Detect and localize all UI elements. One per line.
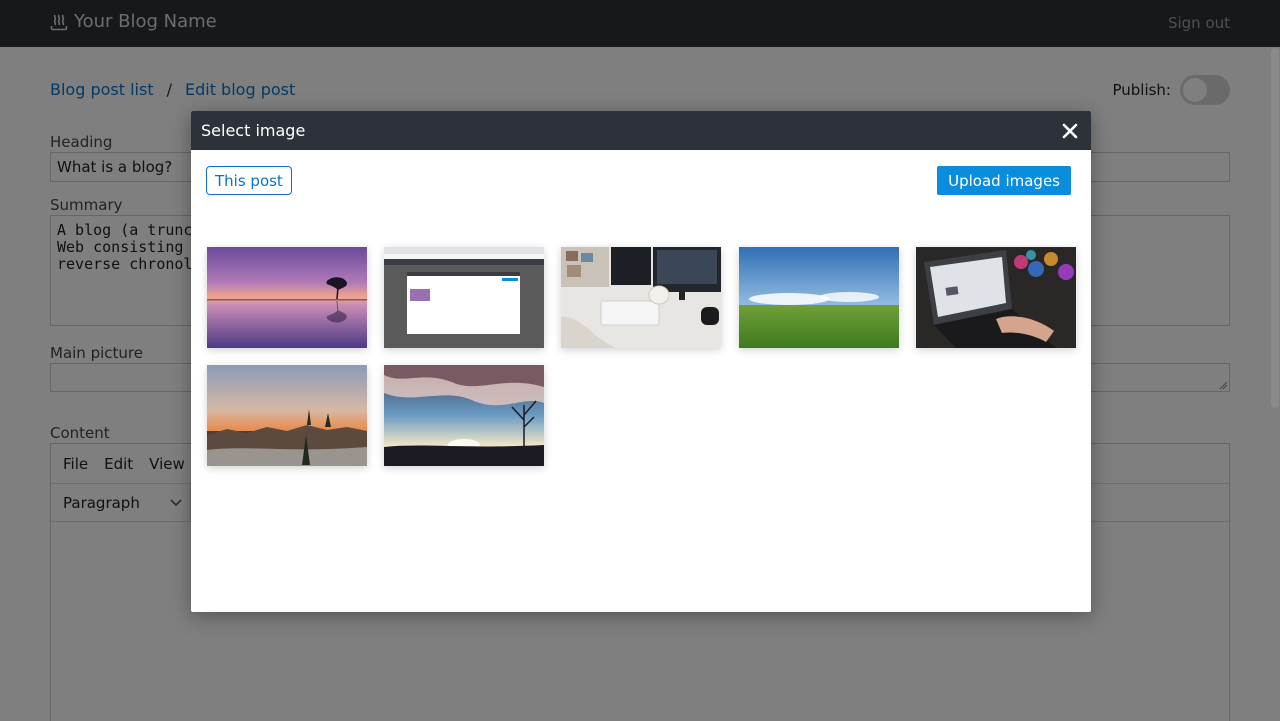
close-icon[interactable] <box>1061 122 1079 140</box>
this-post-button[interactable]: This post <box>206 166 292 195</box>
image-thumbnail[interactable] <box>384 247 544 348</box>
image-thumbnail[interactable] <box>561 247 721 348</box>
modal-title: Select image <box>201 121 306 140</box>
green-field-image <box>739 247 899 348</box>
upload-images-button[interactable]: Upload images <box>937 166 1071 195</box>
winter-sunset-image <box>207 365 367 466</box>
select-image-modal: Select image This post Upload images <box>191 111 1091 612</box>
modal-header: Select image <box>191 111 1091 150</box>
purple-lake-sunset-image <box>207 247 367 348</box>
image-thumbnail[interactable] <box>916 247 1076 348</box>
image-thumbnail[interactable] <box>207 247 367 348</box>
browser-screenshot-image <box>384 247 544 348</box>
laptop-typing-image <box>916 247 1076 348</box>
image-thumbnail[interactable] <box>207 365 367 466</box>
cloudy-sunset-image <box>384 365 544 466</box>
image-thumbnail[interactable] <box>739 247 899 348</box>
page-scrollbar[interactable] <box>1271 48 1279 408</box>
desk-keyboard-image <box>561 247 721 348</box>
image-thumbnail[interactable] <box>384 365 544 466</box>
